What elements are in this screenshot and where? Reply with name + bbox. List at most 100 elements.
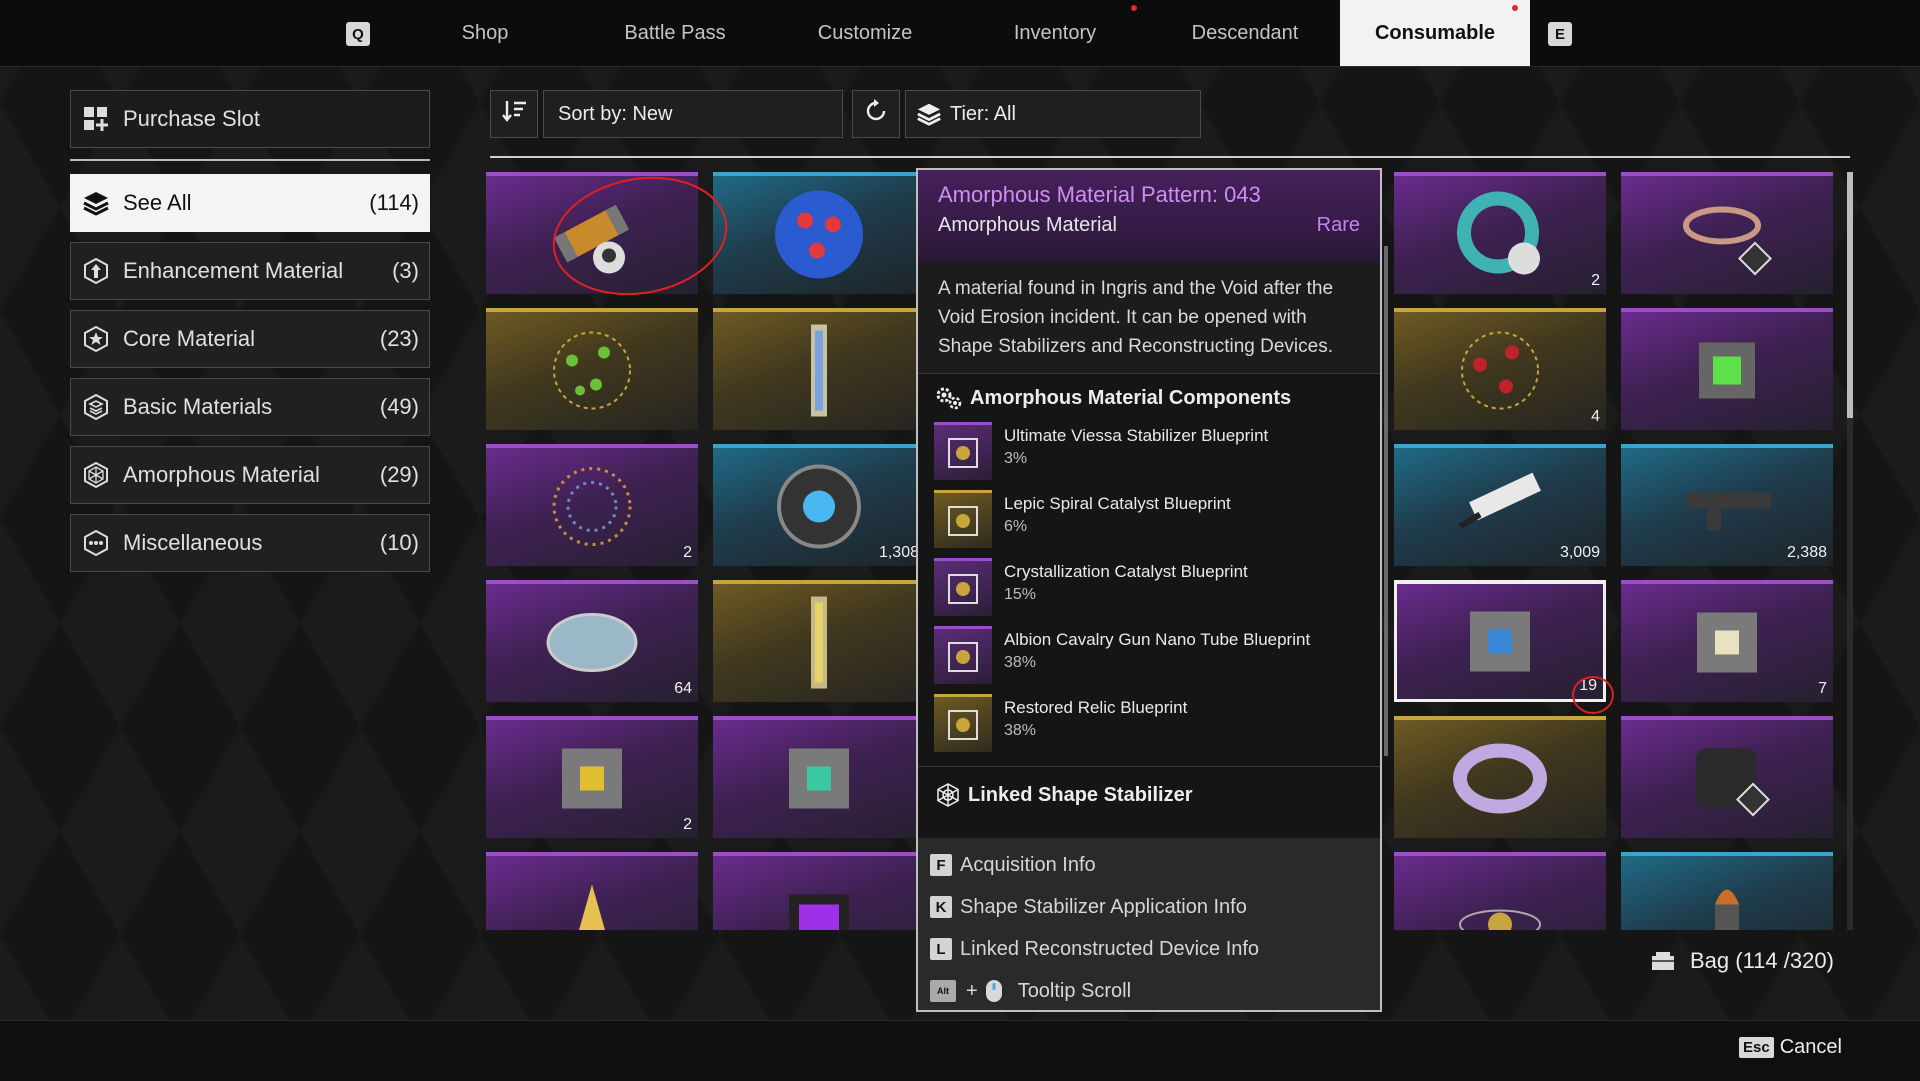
sidebar-item-miscellaneous[interactable]: Miscellaneous (10) <box>70 514 430 572</box>
highlight-ring-quantity <box>1572 676 1614 714</box>
top-nav: Q Shop Battle Pass Customize Inventory D… <box>0 0 1920 67</box>
tab-inventory[interactable]: Inventory <box>960 0 1150 66</box>
tab-consumable[interactable]: Consumable <box>1340 0 1530 66</box>
tooltip-title: Amorphous Material Pattern: 043 <box>938 182 1261 207</box>
star-hexagon-icon <box>81 324 111 354</box>
tooltip-header: Amorphous Material Pattern: 043 Amorphou… <box>918 170 1380 262</box>
lattice-red-icon <box>1450 321 1550 426</box>
tier-layers-icon <box>916 101 942 127</box>
inventory-slot[interactable]: 2,388 <box>1621 444 1833 566</box>
inventory-slot[interactable] <box>1621 852 1833 930</box>
inventory-slot[interactable] <box>1394 716 1606 838</box>
sidebar-item-see-all[interactable]: See All (114) <box>70 174 430 232</box>
tooltip-scroll-label: Tooltip Scroll <box>1017 979 1132 1002</box>
sidebar-item-label: Core Material <box>123 326 256 351</box>
tooltip-scroll-hint[interactable]: Alt + Tooltip Scroll <box>918 970 1380 1012</box>
slot-quantity: 2 <box>683 544 692 561</box>
cancel-button[interactable]: Esc Cancel <box>1739 1036 1842 1059</box>
key-f: F <box>930 854 952 876</box>
component-row: Albion Cavalry Gun Nano Tube Blueprint 38… <box>918 626 1380 694</box>
linked-stabilizer-label: Linked Shape Stabilizer <box>968 783 1193 806</box>
stabilizer-info-label: Shape Stabilizer Application Info <box>960 895 1247 918</box>
component-list: Ultimate Viessa Stabilizer Blueprint 3% Le… <box>918 422 1380 762</box>
sidebar-item-count: (23) <box>379 326 419 351</box>
purple-box-icon <box>769 875 869 930</box>
slot-quantity: 64 <box>674 680 692 697</box>
refresh-button[interactable] <box>852 90 900 138</box>
acquisition-info-hint[interactable]: F Acquisition Info <box>918 844 1380 886</box>
slot-quantity: 3,009 <box>1559 544 1600 561</box>
stabilizer-info-hint[interactable]: K Shape Stabilizer Application Info <box>918 886 1380 928</box>
inventory-slot[interactable] <box>486 308 698 430</box>
component-row: Restored Relic Blueprint 38% <box>918 694 1380 762</box>
inventory-slot[interactable] <box>1621 172 1833 294</box>
inventory-slot[interactable] <box>713 852 925 930</box>
sort-dropdown[interactable]: Sort by: New <box>543 90 843 138</box>
inventory-slot[interactable] <box>486 852 698 930</box>
component-name: Albion Cavalry Gun Nano Tube Blueprint <box>1004 630 1311 649</box>
rainbow-ring-icon <box>1445 734 1555 829</box>
sidebar-item-count: (49) <box>379 394 419 419</box>
inventory-slot[interactable]: 2 <box>486 444 698 566</box>
sidebar-item-label: Enhancement Material <box>123 258 344 283</box>
inventory-slot[interactable] <box>1621 716 1833 838</box>
tier-dropdown[interactable]: Tier: All <box>905 90 1201 138</box>
sort-order-icon <box>501 99 527 129</box>
sidebar-item-count: (29) <box>379 462 419 487</box>
acquisition-info-label: Acquisition Info <box>960 853 1096 876</box>
prev-tab-key[interactable]: Q <box>346 22 370 46</box>
gold-rod-icon <box>804 593 834 698</box>
tab-customize[interactable]: Customize <box>770 0 960 66</box>
sidebar-item-core-material[interactable]: Core Material (23) <box>70 310 430 368</box>
component-name: Ultimate Viessa Stabilizer Blueprint <box>1004 426 1269 445</box>
grid-scrollbar[interactable] <box>1847 172 1853 930</box>
inventory-slot[interactable]: 19 <box>1394 580 1606 702</box>
grid-scrollbar-thumb[interactable] <box>1847 172 1853 418</box>
next-tab-key[interactable]: E <box>1548 22 1572 46</box>
stack-hexagon-icon <box>81 392 111 422</box>
purchase-slot-button[interactable]: Purchase Slot <box>70 90 430 148</box>
inventory-slot[interactable] <box>713 716 925 838</box>
toolbar-divider <box>490 156 1850 158</box>
inventory-slot[interactable] <box>713 580 925 702</box>
tooltip-grade: Rare <box>1316 214 1360 236</box>
sidebar-item-basic-materials[interactable]: Basic Materials (49) <box>70 378 430 436</box>
tooltip-scrollbar[interactable] <box>1384 246 1388 756</box>
reconstructed-device-info-hint[interactable]: L Linked Reconstructed Device Info <box>918 928 1380 970</box>
inventory-slot[interactable]: 64 <box>486 580 698 702</box>
teal-cubes-icon <box>769 729 869 834</box>
inventory-slot[interactable]: 4 <box>1394 308 1606 430</box>
component-row: Lepic Spiral Catalyst Blueprint 6% <box>918 490 1380 558</box>
inventory-slot[interactable] <box>713 308 925 430</box>
sort-label: Sort by: New <box>558 102 673 125</box>
tab-descendant[interactable]: Descendant <box>1150 0 1340 66</box>
blueprint-icon <box>934 626 992 684</box>
component-name: Restored Relic Blueprint <box>1004 698 1188 717</box>
tooltip-footer: F Acquisition Info K Shape Stabilizer Ap… <box>918 838 1380 1010</box>
inventory-slot[interactable]: 7 <box>1621 580 1833 702</box>
lattice-green-icon <box>542 321 642 426</box>
blue-sphere-icon <box>769 185 869 290</box>
tooltip-divider <box>918 766 1380 767</box>
inventory-slot[interactable]: 3,009 <box>1394 444 1606 566</box>
component-chance: 6% <box>1004 518 1028 535</box>
web-icon <box>934 781 962 809</box>
inventory-slot[interactable]: 2 <box>486 716 698 838</box>
sidebar-item-amorphous-material[interactable]: Amorphous Material (29) <box>70 446 430 504</box>
inventory-slot[interactable] <box>713 172 925 294</box>
inventory-slot[interactable]: 2 <box>1394 172 1606 294</box>
tab-battle-pass[interactable]: Battle Pass <box>580 0 770 66</box>
inventory-slot[interactable] <box>1394 852 1606 930</box>
slot-quantity: 4 <box>1591 408 1600 425</box>
slot-quantity: 2 <box>683 816 692 833</box>
inventory-slot[interactable]: 1,308 <box>713 444 925 566</box>
grid-plus-icon <box>81 104 111 134</box>
purchase-slot-label: Purchase Slot <box>123 106 260 131</box>
sidebar-item-enhancement-material[interactable]: Enhancement Material (3) <box>70 242 430 300</box>
component-chance: 38% <box>1004 722 1037 739</box>
bag-label: Bag (114 /320) <box>1690 948 1834 973</box>
tab-shop[interactable]: Shop <box>390 0 580 66</box>
sort-order-button[interactable] <box>490 90 538 138</box>
black-canister-icon <box>1672 729 1782 834</box>
inventory-slot[interactable] <box>1621 308 1833 430</box>
